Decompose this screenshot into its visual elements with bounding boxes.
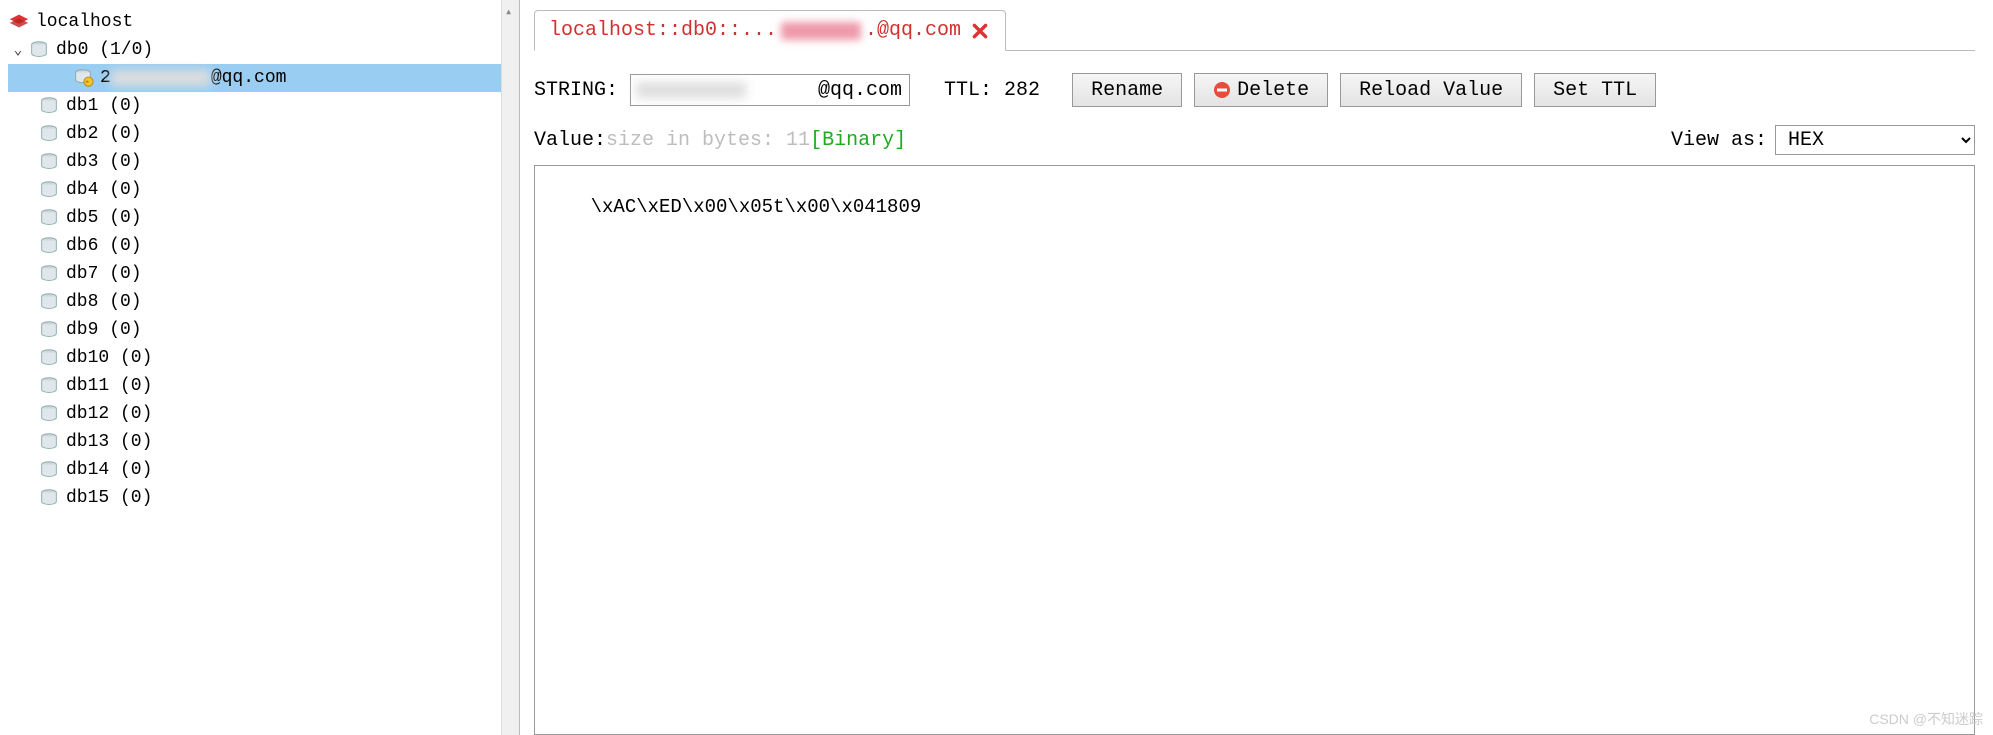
database-icon bbox=[38, 179, 60, 201]
tree-db-db13[interactable]: db13 (0) bbox=[8, 428, 519, 456]
tree-db-label: db0 (1/0) bbox=[56, 40, 153, 60]
tree-db-label: db3 (0) bbox=[66, 152, 142, 172]
redacted-region bbox=[636, 82, 746, 98]
tree-db-label: db2 (0) bbox=[66, 124, 142, 144]
scroll-up-icon[interactable]: ▴ bbox=[505, 4, 512, 19]
tab-label-prefix: localhost::db0::... bbox=[549, 19, 777, 42]
database-icon bbox=[38, 291, 60, 313]
value-meta-row: Value: size in bytes: 11 [Binary] View a… bbox=[534, 125, 1975, 155]
tree-db-label: db7 (0) bbox=[66, 264, 142, 284]
type-label: STRING: bbox=[534, 79, 618, 102]
database-icon bbox=[38, 347, 60, 369]
tree-db-label: db11 (0) bbox=[66, 376, 152, 396]
delete-icon bbox=[1213, 81, 1231, 99]
tree-db-db10[interactable]: db10 (0) bbox=[8, 344, 519, 372]
ttl-label: TTL: bbox=[944, 79, 992, 102]
set-ttl-button[interactable]: Set TTL bbox=[1534, 73, 1656, 107]
reload-value-button[interactable]: Reload Value bbox=[1340, 73, 1522, 107]
tab-active[interactable]: localhost::db0::... .@qq.com bbox=[534, 10, 1006, 51]
close-icon[interactable] bbox=[971, 22, 989, 40]
view-as-group: View as: HEX bbox=[1671, 125, 1975, 155]
tree-db-db9[interactable]: db9 (0) bbox=[8, 316, 519, 344]
tree-key-selected[interactable]: 2 @qq.com bbox=[8, 64, 519, 92]
database-icon bbox=[38, 375, 60, 397]
tree-db-label: db12 (0) bbox=[66, 404, 152, 424]
delete-button[interactable]: Delete bbox=[1194, 73, 1328, 107]
tree-db-label: db15 (0) bbox=[66, 488, 152, 508]
tree-db-label: db5 (0) bbox=[66, 208, 142, 228]
database-icon bbox=[38, 123, 60, 145]
main-panel: localhost::db0::... .@qq.com STRING: @qq… bbox=[520, 0, 1993, 735]
database-icon bbox=[38, 263, 60, 285]
ttl-value: 282 bbox=[1004, 79, 1040, 102]
database-icon bbox=[38, 487, 60, 509]
tree-db-db15[interactable]: db15 (0) bbox=[8, 484, 519, 512]
key-name-suffix: @qq.com bbox=[818, 79, 902, 102]
tree-db-db7[interactable]: db7 (0) bbox=[8, 260, 519, 288]
tree-db-db12[interactable]: db12 (0) bbox=[8, 400, 519, 428]
tab-strip: localhost::db0::... .@qq.com bbox=[534, 10, 1975, 51]
database-icon bbox=[38, 431, 60, 453]
rename-button[interactable]: Rename bbox=[1072, 73, 1182, 107]
tab-label-suffix: .@qq.com bbox=[865, 19, 961, 42]
value-label: Value: bbox=[534, 129, 606, 152]
tree-key-prefix: 2 bbox=[100, 68, 111, 88]
tree-db-label: db9 (0) bbox=[66, 320, 142, 340]
tree-db-label: db1 (0) bbox=[66, 96, 142, 116]
tree-root-label: localhost bbox=[36, 12, 133, 32]
redacted-region bbox=[111, 70, 211, 86]
tree-db-db4[interactable]: db4 (0) bbox=[8, 176, 519, 204]
chevron-down-icon[interactable]: ⌄ bbox=[8, 42, 28, 59]
database-icon bbox=[38, 403, 60, 425]
tree-db-label: db14 (0) bbox=[66, 460, 152, 480]
tree-db-label: db4 (0) bbox=[66, 180, 142, 200]
tree-root-localhost[interactable]: localhost bbox=[8, 8, 519, 36]
tree-db-db0[interactable]: ⌄ db0 (1/0) bbox=[8, 36, 519, 64]
tree-db-label: db8 (0) bbox=[66, 292, 142, 312]
view-as-label: View as: bbox=[1671, 129, 1767, 152]
tree-db-label: db10 (0) bbox=[66, 348, 152, 368]
database-icon bbox=[28, 39, 50, 61]
tree-db-db8[interactable]: db8 (0) bbox=[8, 288, 519, 316]
database-icon bbox=[38, 207, 60, 229]
database-icon bbox=[38, 319, 60, 341]
sidebar: localhost ⌄ db0 (1/0) 2 @qq.com db1 (0) d… bbox=[0, 0, 520, 735]
tree-db-db3[interactable]: db3 (0) bbox=[8, 148, 519, 176]
value-binary-marker: [Binary] bbox=[810, 129, 906, 152]
database-icon bbox=[38, 95, 60, 117]
value-textarea[interactable]: \xAC\xED\x00\x05t\x00\x041809 bbox=[534, 165, 1975, 735]
value-size-text: size in bytes: 11 bbox=[606, 129, 810, 152]
key-info-row: STRING: @qq.com TTL: 282 Rename Delete R… bbox=[534, 73, 1975, 107]
tree-db-db14[interactable]: db14 (0) bbox=[8, 456, 519, 484]
redis-server-icon bbox=[8, 11, 30, 33]
tree-db-db11[interactable]: db11 (0) bbox=[8, 372, 519, 400]
database-icon bbox=[38, 459, 60, 481]
ttl-group: TTL: 282 bbox=[944, 79, 1040, 102]
view-as-select[interactable]: HEX bbox=[1775, 125, 1975, 155]
value-content: \xAC\xED\x00\x05t\x00\x041809 bbox=[591, 196, 922, 218]
database-icon bbox=[38, 151, 60, 173]
watermark-text: CSDN @不知迷踪 bbox=[1869, 709, 1983, 729]
redacted-region bbox=[781, 22, 861, 40]
tree-db-label: db6 (0) bbox=[66, 236, 142, 256]
sidebar-scrollbar[interactable]: ▴ bbox=[501, 0, 519, 735]
tree-db-db2[interactable]: db2 (0) bbox=[8, 120, 519, 148]
tree-db-db5[interactable]: db5 (0) bbox=[8, 204, 519, 232]
tree-db-db1[interactable]: db1 (0) bbox=[8, 92, 519, 120]
database-icon bbox=[38, 235, 60, 257]
tree-key-suffix: @qq.com bbox=[211, 68, 287, 88]
tree-db-db6[interactable]: db6 (0) bbox=[8, 232, 519, 260]
key-entry-icon bbox=[72, 67, 94, 89]
tree-db-label: db13 (0) bbox=[66, 432, 152, 452]
